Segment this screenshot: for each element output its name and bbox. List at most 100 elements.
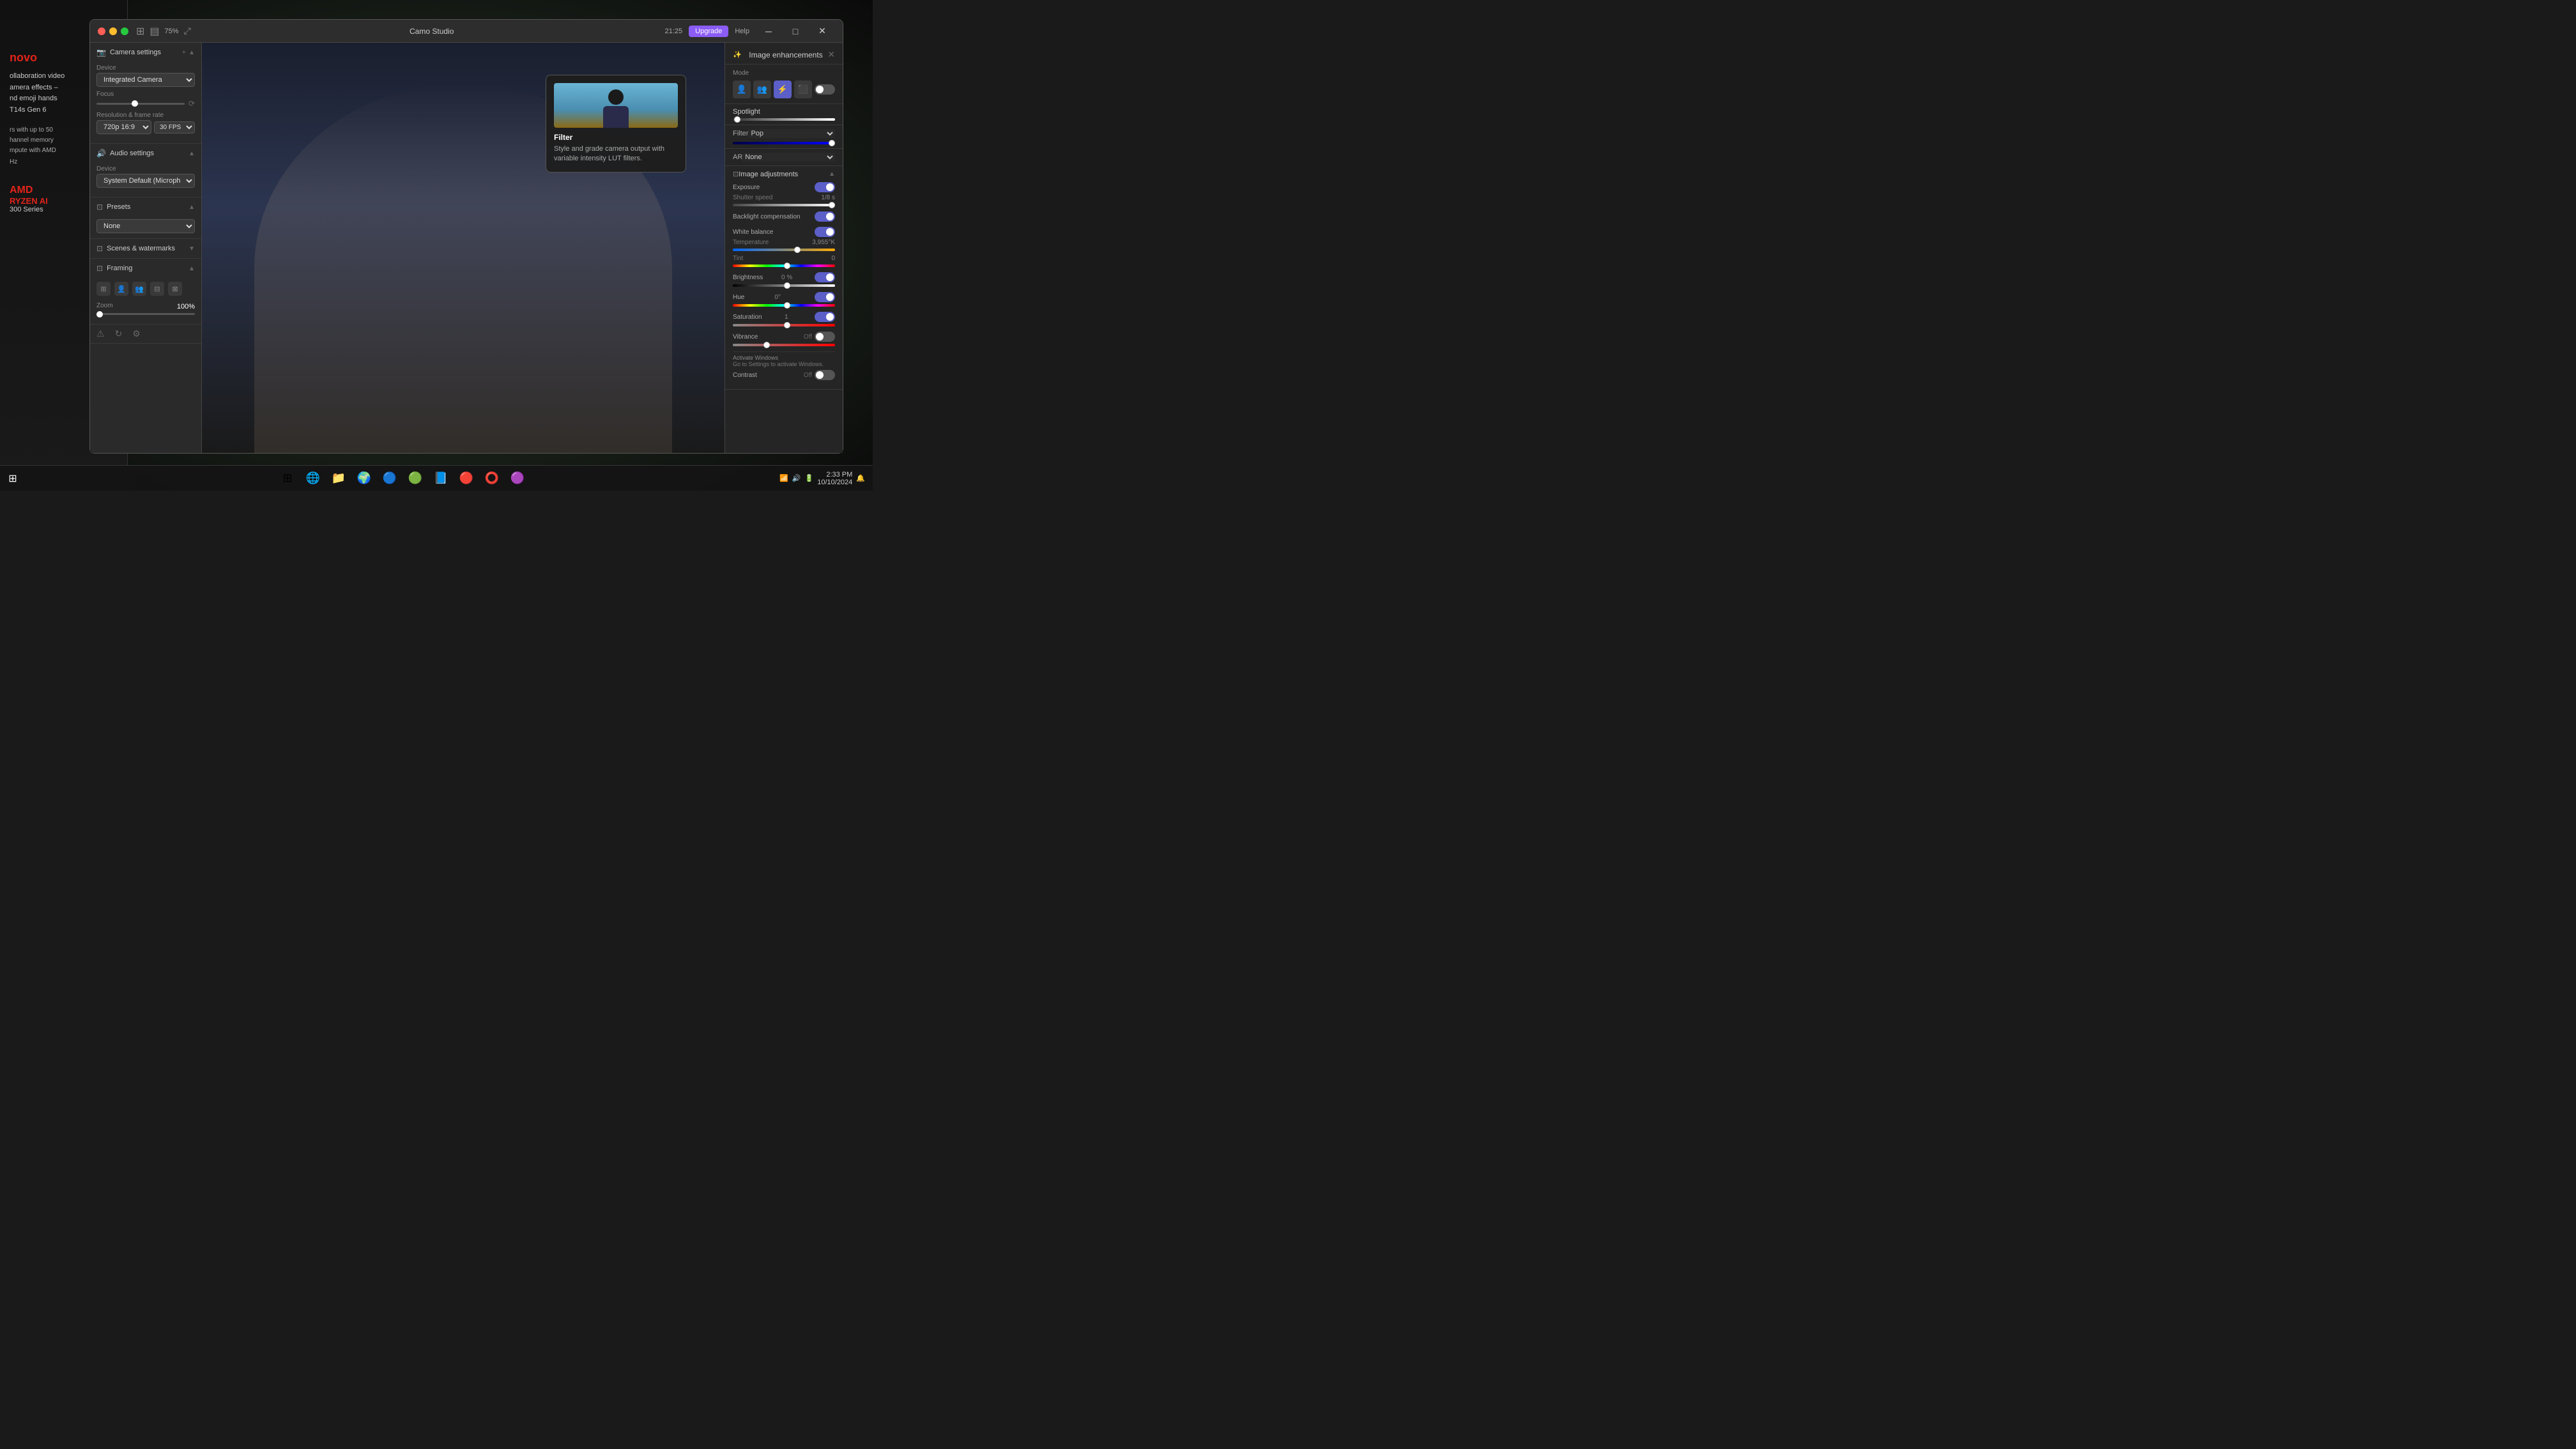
backlight-toggle[interactable]: [815, 211, 835, 222]
window-close-btn[interactable]: [98, 27, 105, 35]
contrast-off-label: Off: [804, 372, 812, 379]
framing-icon: ⊡: [96, 264, 103, 273]
window-maximize-btn[interactable]: [121, 27, 128, 35]
right-panel: ✨ Image enhancements ✕ Mode 👤 👥 ⚡ ⬛: [724, 43, 843, 453]
taskbar-camo-icon[interactable]: 🟣: [506, 467, 529, 490]
close-button[interactable]: ✕: [809, 22, 835, 41]
exposure-slider[interactable]: [733, 204, 835, 206]
taskbar-notification-icon[interactable]: 🔔: [856, 474, 865, 482]
exposure-toggle[interactable]: [815, 182, 835, 192]
hue-slider[interactable]: [733, 304, 835, 307]
warning-icon[interactable]: ⚠: [96, 328, 105, 339]
filter-intensity-slider[interactable]: [733, 142, 835, 144]
spotlight-slider[interactable]: [733, 118, 835, 121]
focus-auto-icon[interactable]: ⟳: [188, 99, 195, 108]
mode-person-icon[interactable]: 👤: [733, 80, 751, 98]
audio-settings-header[interactable]: 🔊 Audio settings ▲: [90, 144, 201, 163]
temperature-slider[interactable]: [733, 249, 835, 251]
device-select[interactable]: Integrated Camera: [96, 73, 195, 87]
avatar-body: [603, 106, 629, 128]
filter-row: Filter Pop: [733, 129, 835, 138]
mode-label: Mode: [733, 70, 835, 77]
help-button[interactable]: Help: [735, 27, 749, 35]
contrast-row: Contrast Off: [733, 370, 835, 380]
scenes-header[interactable]: ⊡ Scenes & watermarks ▼: [90, 239, 201, 258]
zoom-value: 100%: [177, 303, 195, 310]
backlight-knob: [826, 213, 834, 220]
spotlight-section: Spotlight: [725, 104, 843, 125]
adjustments-title: Image adjustments: [739, 171, 798, 178]
grid-view-icon[interactable]: ⊞: [136, 25, 144, 38]
fps-select[interactable]: 30 FPS: [154, 121, 195, 134]
focus-slider[interactable]: [96, 103, 185, 105]
resolution-select[interactable]: 720p 16:9 (HD): [96, 120, 151, 134]
refresh-icon[interactable]: ↻: [115, 328, 123, 339]
audio-device-select[interactable]: System Default (Micropho...: [96, 174, 195, 188]
saturation-slider[interactable]: [733, 324, 835, 326]
brightness-row: Brightness 0 %: [733, 272, 835, 287]
settings-icon[interactable]: ⚙: [132, 328, 141, 339]
white-balance-toggle[interactable]: [815, 227, 835, 237]
brightness-label: Brightness: [733, 274, 763, 281]
taskbar-browser1-icon[interactable]: 🌐: [302, 467, 325, 490]
mode-activity-icon[interactable]: ⚡: [774, 80, 792, 98]
upgrade-button[interactable]: Upgrade: [689, 26, 728, 37]
taskbar-apps: ⊞ 🌐 📁 🌍 🔵 🟢 📘 🔴 ⭕ 🟣: [26, 467, 779, 490]
brightness-slider[interactable]: [733, 284, 835, 287]
start-button[interactable]: ⊞: [0, 466, 26, 491]
tint-thumb: [784, 263, 790, 269]
backlight-row: Backlight compensation: [733, 211, 835, 222]
mode-off-toggle[interactable]: [815, 84, 835, 95]
taskbar-explorer-icon[interactable]: 📁: [327, 467, 350, 490]
ar-select[interactable]: None: [742, 153, 835, 162]
image-adjustments-header: ⊡ Image adjustments ▲: [733, 170, 835, 178]
frame-person-icon[interactable]: 👤: [114, 282, 128, 296]
saturation-header: Saturation 1: [733, 312, 835, 322]
frame-group-icon[interactable]: 👥: [132, 282, 146, 296]
presets-header[interactable]: ⊡ Presets ▲: [90, 197, 201, 217]
tint-slider[interactable]: [733, 264, 835, 267]
hue-toggle[interactable]: [815, 292, 835, 302]
frame-full-icon[interactable]: ⊞: [96, 282, 111, 296]
presets-select[interactable]: None: [96, 219, 195, 233]
frame-upper-icon[interactable]: ⊟: [150, 282, 164, 296]
restore-button[interactable]: □: [783, 22, 808, 41]
taskbar-app5-icon[interactable]: ⭕: [480, 467, 503, 490]
framing-header[interactable]: ⊡ Framing ▲: [90, 259, 201, 278]
frame-custom-icon[interactable]: ⊠: [168, 282, 182, 296]
taskbar-app4-icon[interactable]: 🔴: [455, 467, 478, 490]
filter-select[interactable]: Pop: [748, 129, 835, 138]
window-controls[interactable]: [98, 27, 128, 35]
taskbar-wifi-icon: 📶: [779, 474, 788, 482]
minimize-button[interactable]: ─: [756, 22, 781, 41]
mode-group-icon[interactable]: 👥: [753, 80, 771, 98]
framing-section: ⊡ Framing ▲ ⊞ 👤 👥 ⊟ ⊠ Zoom 100%: [90, 259, 201, 344]
list-view-icon[interactable]: ▤: [150, 25, 159, 38]
camera-settings-header[interactable]: 📷 Camera settings + ▲: [90, 43, 201, 62]
window-minimize-btn[interactable]: [109, 27, 117, 35]
contrast-knob: [816, 371, 824, 379]
taskbar-edge-icon[interactable]: 🌍: [353, 467, 376, 490]
mode-toggle-row: [815, 84, 835, 95]
saturation-toggle[interactable]: [815, 312, 835, 322]
expand-icon[interactable]: ⤢: [184, 26, 191, 36]
audio-settings-label: Audio settings: [110, 150, 154, 157]
right-panel-close-icon[interactable]: ✕: [827, 49, 835, 60]
taskbar-windows-icon[interactable]: ⊞: [276, 467, 299, 490]
taskbar-app3-icon[interactable]: 📘: [429, 467, 452, 490]
contrast-toggle[interactable]: [815, 370, 835, 380]
taskbar-time: 2:33 PM 10/10/2024: [817, 471, 852, 486]
taskbar-app1-icon[interactable]: 🔵: [378, 467, 401, 490]
add-camera-icon[interactable]: +: [182, 49, 186, 56]
zoom-percent: 75%: [165, 27, 179, 35]
brightness-toggle[interactable]: [815, 272, 835, 282]
vibrance-toggle[interactable]: [815, 332, 835, 342]
mode-screen-icon[interactable]: ⬛: [794, 80, 812, 98]
activate-windows-text: Activate Windows: [733, 355, 835, 361]
zoom-slider[interactable]: [96, 313, 195, 315]
camera-settings-content: Device Integrated Camera Focus ⟳: [90, 62, 201, 143]
taskbar-time-display: 2:33 PM: [817, 471, 852, 479]
vibrance-slider[interactable]: [733, 344, 835, 346]
taskbar-app2-icon[interactable]: 🟢: [404, 467, 427, 490]
os-window-controls[interactable]: ─ □ ✕: [756, 22, 835, 41]
